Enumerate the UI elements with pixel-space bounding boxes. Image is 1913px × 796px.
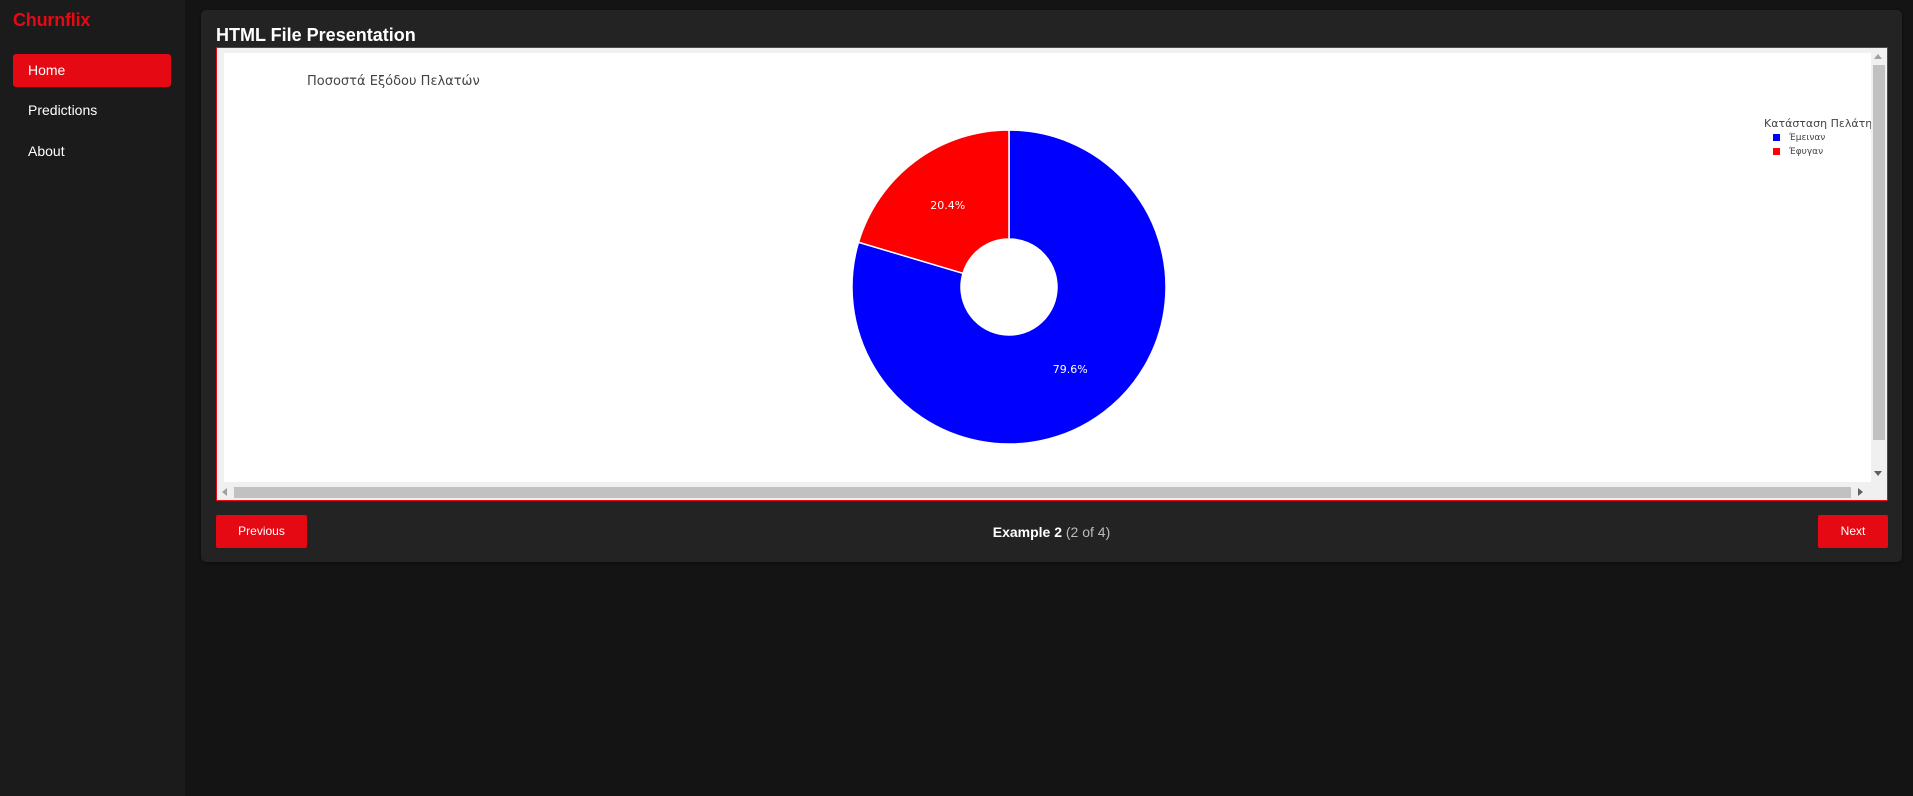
legend-label-left: Έφυγαν — [1789, 147, 1824, 157]
sidebar-item-about[interactable]: About — [13, 135, 171, 168]
legend-title: Κατάσταση Πελάτη — [1764, 117, 1873, 130]
vertical-scroll-thumb[interactable] — [1873, 65, 1885, 440]
donut-slice-label-0: 79.6% — [1053, 363, 1088, 376]
legend-swatch-stayed — [1773, 134, 1780, 141]
brand-logo[interactable]: Churnflix — [13, 10, 90, 31]
sidebar-item-home[interactable]: Home — [13, 54, 171, 87]
horizontal-scrollbar[interactable] — [217, 484, 1873, 500]
example-label: Example 2 — [992, 524, 1062, 540]
donut-slice-label-1: 20.4% — [930, 199, 965, 212]
page-title: HTML File Presentation — [216, 25, 416, 45]
presentation-panel: HTML File Presentation Ποσοστά Εξόδου Πε… — [201, 10, 1902, 562]
legend-swatch-left — [1773, 148, 1780, 155]
scroll-left-arrow-icon[interactable] — [222, 488, 227, 496]
example-counter: Example 2 (2 of 4) — [201, 524, 1902, 540]
sidebar-item-predictions[interactable]: Predictions — [13, 94, 171, 127]
scroll-right-arrow-icon[interactable] — [1858, 488, 1863, 496]
scroll-down-arrow-icon[interactable] — [1874, 471, 1882, 476]
html-file-frame[interactable]: Ποσοστά Εξόδου Πελατών 79.6% 20.4% Κατάστ… — [216, 47, 1888, 501]
scroll-up-arrow-icon[interactable] — [1874, 54, 1882, 59]
example-position: (2 of 4) — [1065, 524, 1111, 540]
donut-chart: 79.6% 20.4% — [851, 129, 1167, 445]
legend-item-left[interactable]: Έφυγαν — [1773, 147, 1823, 157]
legend-item-stayed[interactable]: Έμειναν — [1773, 133, 1825, 143]
chart-viewport: Ποσοστά Εξόδου Πελατών 79.6% 20.4% Κατάστ… — [224, 53, 1873, 482]
sidebar: Churnflix Home Predictions About — [0, 0, 185, 796]
horizontal-scroll-thumb[interactable] — [234, 487, 1851, 498]
legend-label-stayed: Έμειναν — [1789, 133, 1826, 143]
vertical-scrollbar[interactable] — [1871, 48, 1887, 484]
next-button[interactable]: Next — [1818, 515, 1888, 548]
